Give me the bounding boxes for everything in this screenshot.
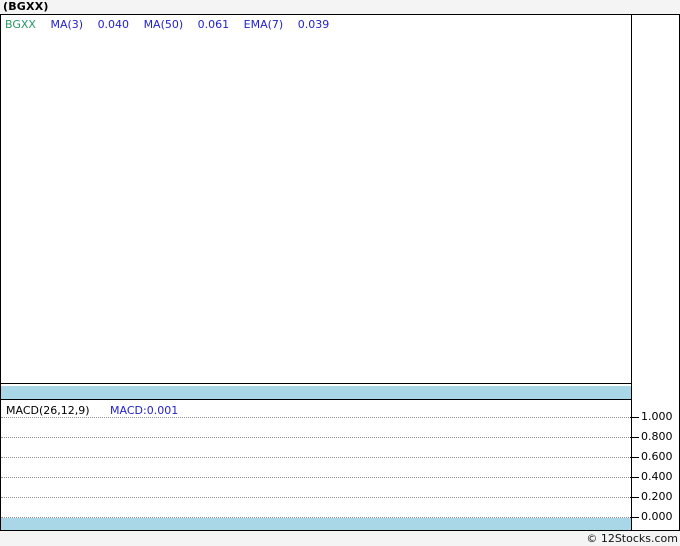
macd-legend: MACD(26,12,9) MACD:0.001: [6, 404, 178, 417]
y-axis-label: 0.600: [641, 450, 673, 463]
macd-gridline: [1, 497, 631, 498]
y-axis-tick: [630, 457, 639, 458]
macd-gridline: [1, 457, 631, 458]
y-axis-separator-line: [631, 15, 632, 530]
ma3-value: 0.040: [97, 18, 130, 31]
macd-gridline: [1, 417, 631, 418]
price-legend: BGXX MA(3) 0.040 MA(50) 0.061 EMA(7) 0.0…: [5, 18, 340, 31]
ma50-label: MA(50): [143, 18, 184, 31]
y-axis-label: 0.800: [641, 430, 673, 443]
macd-gridline: [1, 437, 631, 438]
ticker-symbol: BGXX: [5, 18, 36, 31]
macd-panel-top-border: [1, 399, 631, 400]
copyright-attribution: © 12Stocks.com: [586, 532, 678, 545]
stock-chart-page: { "page": { "title": "(BGXX)", "copyrigh…: [0, 0, 680, 546]
y-axis-label: 0.200: [641, 490, 673, 503]
y-axis-label: 1.000: [641, 410, 673, 423]
macd-params-label: MACD(26,12,9): [6, 404, 90, 417]
y-axis-tick: [630, 437, 639, 438]
y-axis-tick: [630, 517, 639, 518]
ma3-label: MA(3): [50, 18, 84, 31]
y-axis-tick: [630, 497, 639, 498]
chart-title: (BGXX): [3, 0, 49, 13]
macd-x-axis-band: [1, 518, 631, 530]
y-axis-tick: [630, 417, 639, 418]
price-panel-bottom-border: [1, 383, 631, 384]
y-axis-label: 0.400: [641, 470, 673, 483]
y-axis-tick: [630, 477, 639, 478]
macd-gridline: [1, 477, 631, 478]
y-axis-label: 0.000: [641, 510, 673, 523]
ema7-value: 0.039: [297, 18, 330, 31]
macd-value-label: MACD:0.001: [110, 404, 179, 417]
ma50-value: 0.061: [197, 18, 230, 31]
price-x-axis-band: [1, 386, 631, 399]
chart-frame: BGXX MA(3) 0.040 MA(50) 0.061 EMA(7) 0.0…: [0, 14, 680, 531]
ema7-label: EMA(7): [243, 18, 284, 31]
